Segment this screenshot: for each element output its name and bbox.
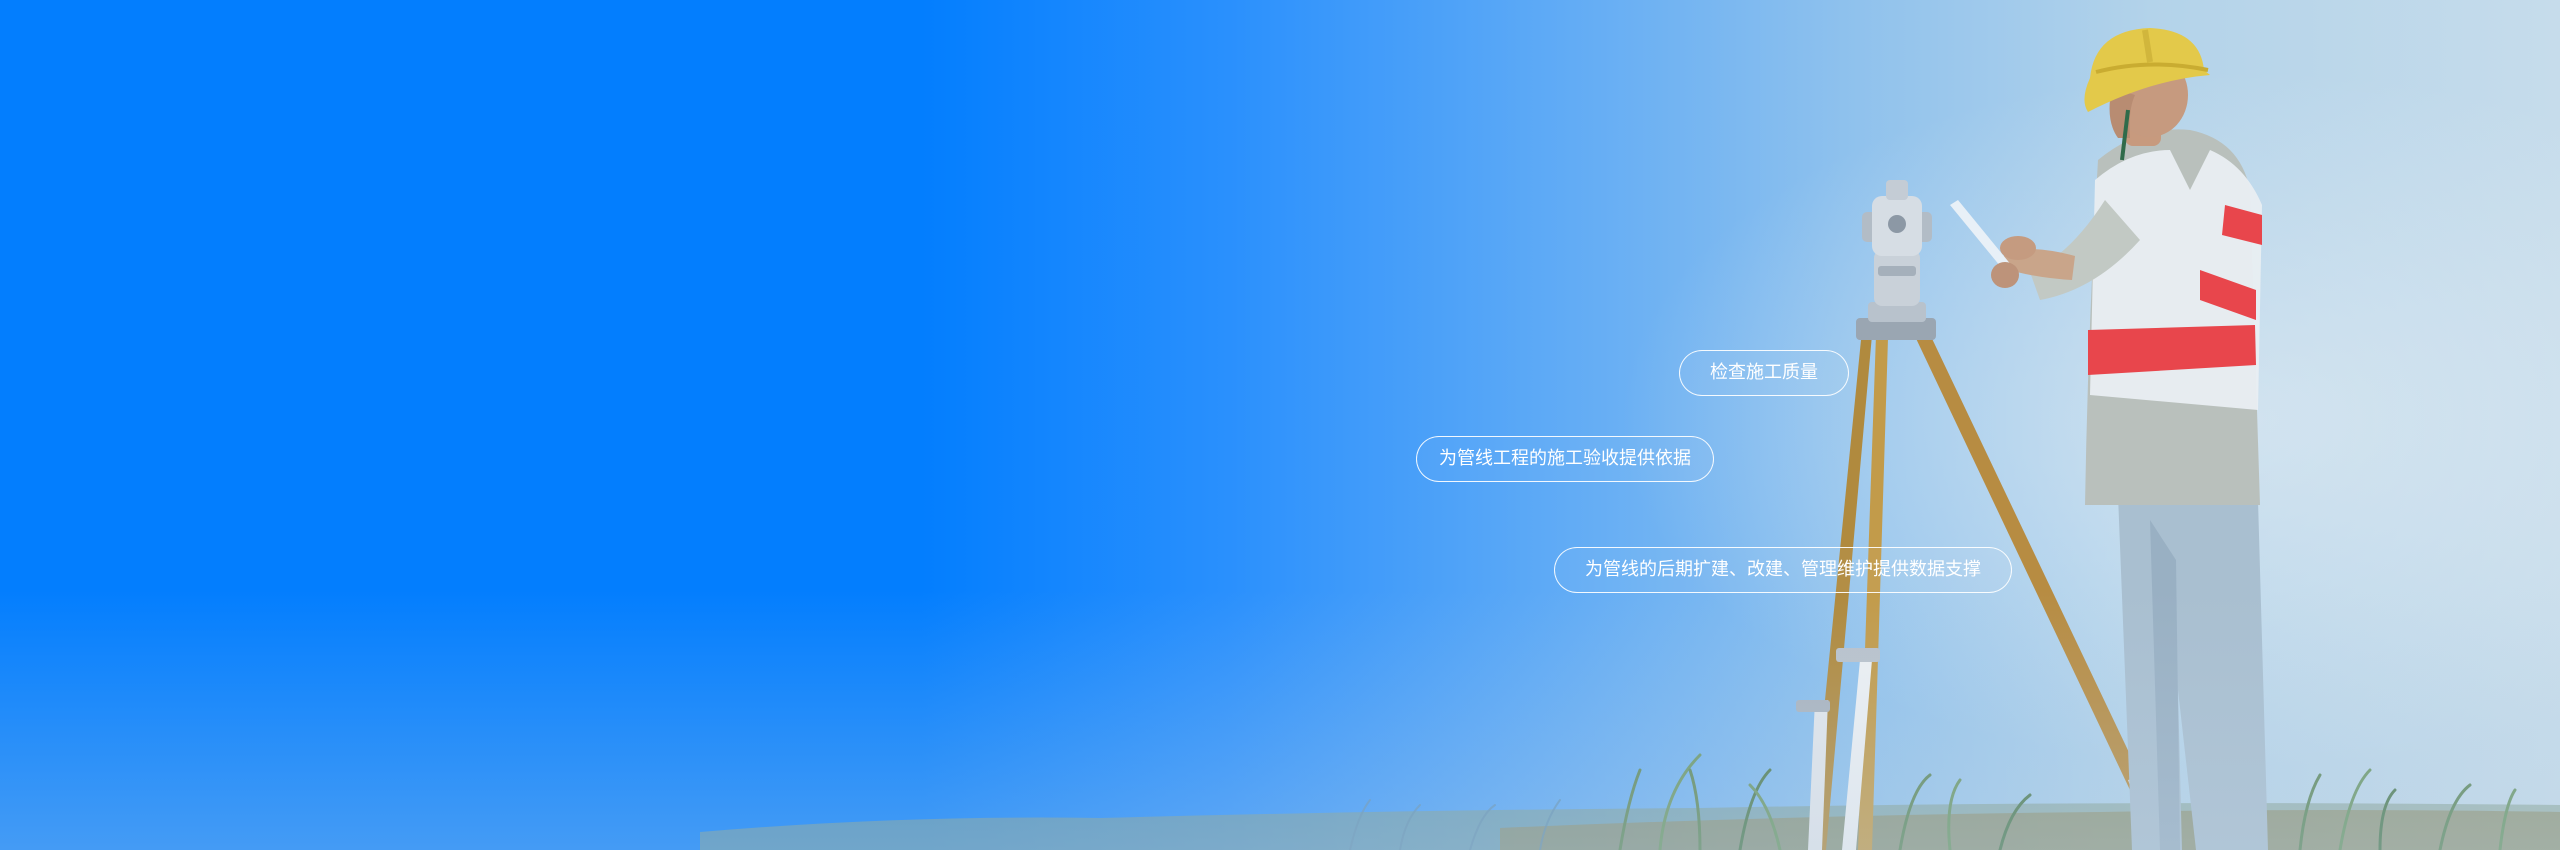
ground-haze [0,590,2560,850]
tag-check-construction-quality: 检查施工质量 [1679,350,1849,396]
tag-acceptance-basis: 为管线工程的施工验收提供依据 [1416,436,1714,482]
hero-banner: 检查施工质量 为管线工程的施工验收提供依据 为管线的后期扩建、改建、管理维护提供… [0,0,2560,850]
tag-maintenance-data-support: 为管线的后期扩建、改建、管理维护提供数据支撑 [1554,547,2012,593]
